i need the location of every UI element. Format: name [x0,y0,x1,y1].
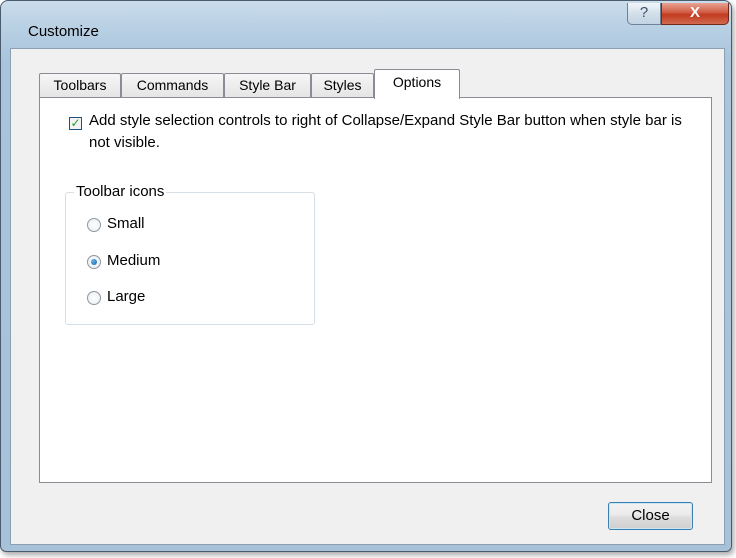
tab-toolbars[interactable]: Toolbars [39,73,121,98]
toolbar-icons-group: Toolbar icons Small Medium Large [65,183,315,325]
tab-styles[interactable]: Styles [311,73,374,98]
radio-medium-label[interactable]: Medium [107,252,160,269]
dialog-title: Customize [28,23,99,40]
radio-large[interactable] [87,291,101,305]
style-selection-checkbox[interactable]: ✓ [69,117,82,130]
radio-large-label[interactable]: Large [107,288,145,305]
close-button[interactable]: Close [608,502,693,530]
toolbar-icons-group-label: Toolbar icons [74,183,167,200]
close-icon: X [689,4,700,21]
help-button[interactable]: ? [627,3,661,25]
tab-commands[interactable]: Commands [121,73,224,98]
radio-small[interactable] [87,218,101,232]
options-panel: ✓ Add style selection controls to right … [39,97,712,483]
window-close-button[interactable]: X [661,3,729,25]
style-selection-label[interactable]: Add style selection controls to right of… [89,110,689,154]
radio-medium[interactable] [87,255,101,269]
dialog-client-area: Toolbars Commands Style Bar Styles Optio… [10,48,725,545]
tab-options[interactable]: Options [374,69,460,99]
tab-style-bar[interactable]: Style Bar [224,73,311,98]
checkmark-icon: ✓ [70,116,81,130]
radio-small-label[interactable]: Small [107,215,145,232]
customize-dialog: Customize ? X Toolbars Commands Style Ba… [0,0,732,552]
help-icon: ? [639,4,649,21]
